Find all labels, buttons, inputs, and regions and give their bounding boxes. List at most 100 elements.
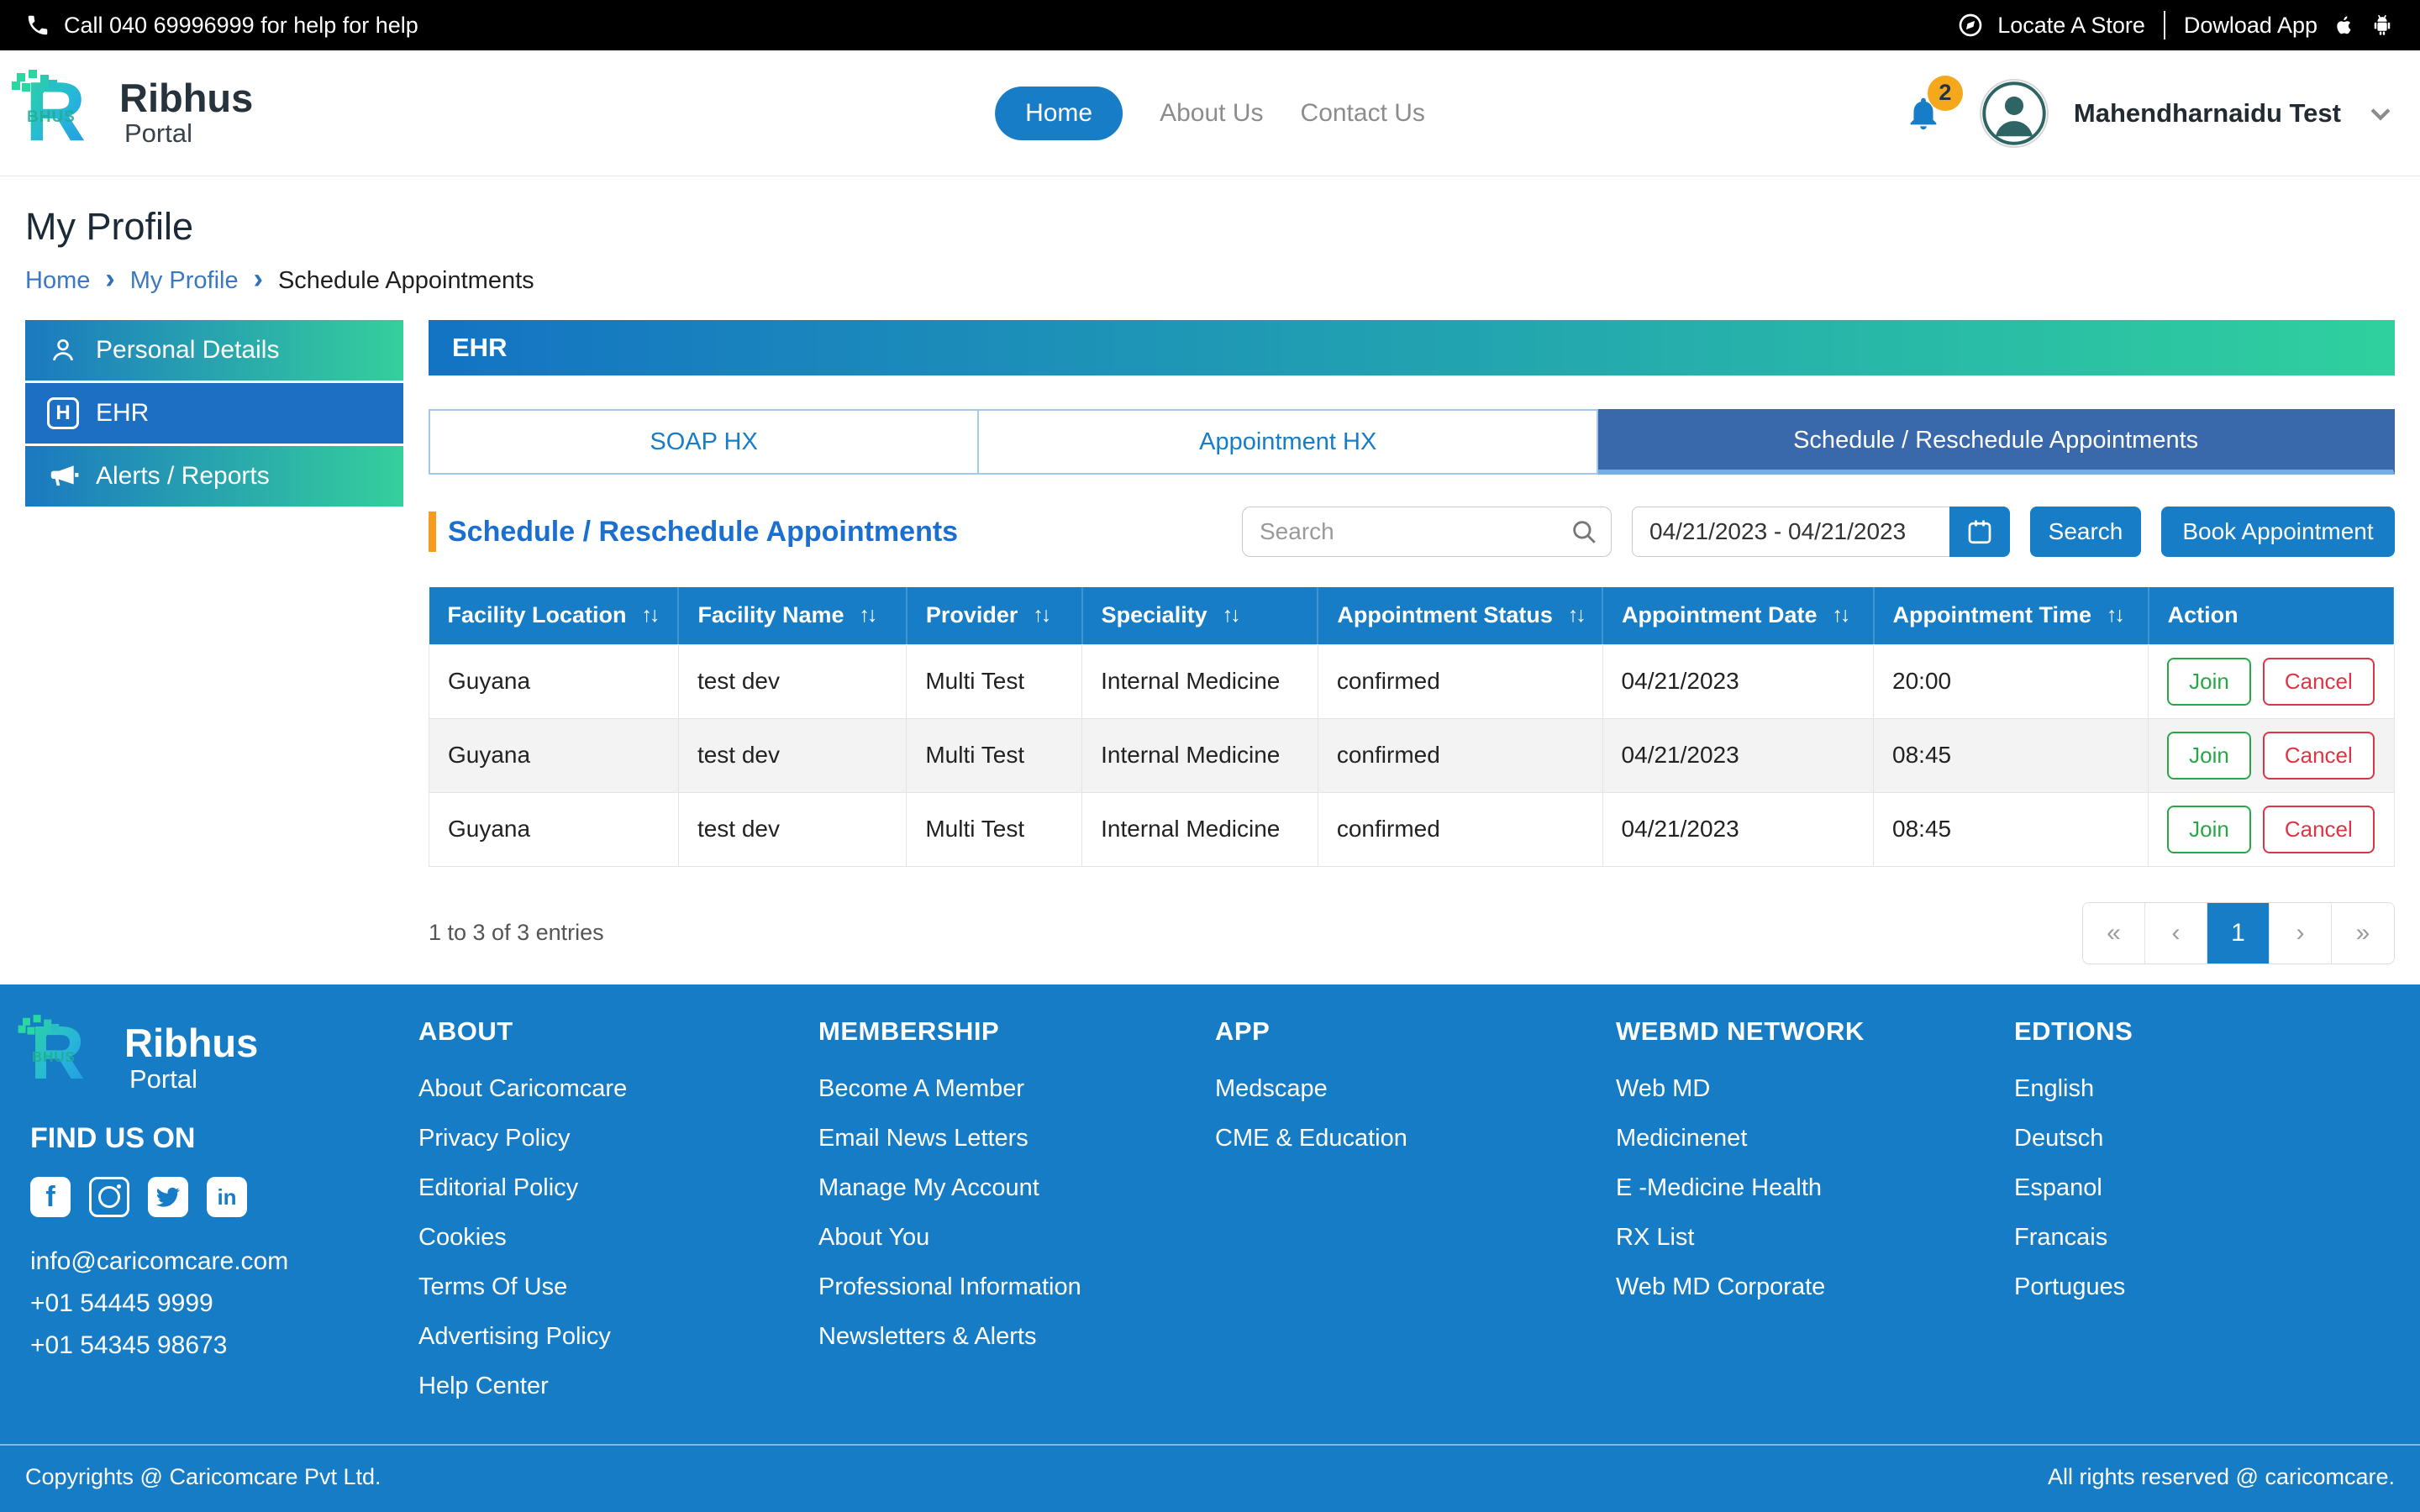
ehr-tabs: SOAP HX Appointment HX Schedule / Resche… xyxy=(429,409,2395,475)
sort-icon[interactable]: ↑↓ xyxy=(860,603,876,627)
footer-bottom-bar: Copyrights @ Caricomcare Pvt Ltd. All ri… xyxy=(0,1444,2420,1512)
cancel-button[interactable]: Cancel xyxy=(2263,658,2375,706)
instagram-icon[interactable] xyxy=(89,1177,129,1217)
footer-link[interactable]: Medicinenet xyxy=(1616,1125,2014,1152)
footer-link[interactable]: Newsletters & Alerts xyxy=(818,1323,1215,1351)
footer-link[interactable]: English xyxy=(2014,1075,2133,1103)
sidebar-item-alerts-reports[interactable]: Alerts / Reports xyxy=(25,446,403,507)
calendar-button[interactable] xyxy=(1949,507,2010,557)
footer-column-about: ABOUT About Caricomcare Privacy Policy E… xyxy=(418,1016,818,1422)
nav-about-us[interactable]: About Us xyxy=(1160,99,1263,128)
footer-brand-logo[interactable]: R BHUS Ribhus Portal xyxy=(30,1016,418,1100)
tab-schedule-reschedule[interactable]: Schedule / Reschedule Appointments xyxy=(1598,409,2395,475)
footer-link[interactable]: Medscape xyxy=(1215,1075,1616,1103)
ehr-panel-header: EHR xyxy=(429,320,2395,375)
sort-icon[interactable]: ↑↓ xyxy=(642,603,658,627)
sort-icon[interactable]: ↑↓ xyxy=(1833,603,1849,627)
footer-link[interactable]: Privacy Policy xyxy=(418,1125,818,1152)
locate-icon xyxy=(1957,12,1984,39)
copyright-right: All rights reserved @ caricomcare. xyxy=(2048,1464,2395,1490)
footer-link[interactable]: Become A Member xyxy=(818,1075,1215,1103)
user-icon xyxy=(47,334,79,366)
search-input[interactable] xyxy=(1242,507,1612,557)
apple-icon[interactable] xyxy=(2331,13,2356,38)
megaphone-icon xyxy=(47,460,79,492)
linkedin-icon[interactable]: in xyxy=(207,1177,247,1217)
footer-link[interactable]: About Caricomcare xyxy=(418,1075,818,1103)
topbar-divider xyxy=(2164,11,2165,39)
sidebar-item-personal-details[interactable]: Personal Details xyxy=(25,320,403,381)
book-appointment-button[interactable]: Book Appointment xyxy=(2161,507,2395,557)
sort-icon[interactable]: ↑↓ xyxy=(1033,603,1049,627)
footer-link[interactable]: Manage My Account xyxy=(818,1174,1215,1202)
footer-link[interactable]: Advertising Policy xyxy=(418,1323,818,1351)
brand-subtitle: Portal xyxy=(119,118,253,149)
search-button[interactable]: Search xyxy=(2030,507,2141,557)
pagination-first[interactable]: « xyxy=(2083,903,2145,963)
footer-link[interactable]: Deutsch xyxy=(2014,1125,2133,1152)
nav-home[interactable]: Home xyxy=(995,87,1123,140)
download-app-link[interactable]: Dowload App xyxy=(2184,13,2317,39)
search-icon[interactable] xyxy=(1570,517,1598,546)
breadcrumb-current: Schedule Appointments xyxy=(278,267,534,295)
breadcrumb-home[interactable]: Home xyxy=(25,267,90,295)
notification-count-badge: 2 xyxy=(1928,76,1963,111)
date-range-input[interactable] xyxy=(1632,507,1949,557)
footer-link[interactable]: Francais xyxy=(2014,1224,2133,1252)
footer-link[interactable]: Terms Of Use xyxy=(418,1273,818,1301)
footer-link[interactable]: About You xyxy=(818,1224,1215,1252)
footer-link[interactable]: Espanol xyxy=(2014,1174,2133,1202)
join-button[interactable]: Join xyxy=(2167,806,2251,853)
footer-link[interactable]: Professional Information xyxy=(818,1273,1215,1301)
locate-store-link[interactable]: Locate A Store xyxy=(1997,13,2145,39)
pagination-next[interactable]: › xyxy=(2270,903,2332,963)
col-speciality: Speciality xyxy=(1102,602,1207,628)
sort-icon[interactable]: ↑↓ xyxy=(2107,603,2123,627)
user-avatar[interactable] xyxy=(1980,79,2049,148)
user-name[interactable]: Mahendharnaidu Test xyxy=(2074,98,2341,129)
contact-phone-2[interactable]: +01 54345 98673 xyxy=(30,1331,418,1360)
twitter-icon[interactable] xyxy=(148,1177,188,1217)
tab-soap-hx[interactable]: SOAP HX xyxy=(429,409,979,475)
pagination-last[interactable]: » xyxy=(2332,903,2394,963)
notification-bell-icon[interactable]: 2 xyxy=(1904,94,1943,133)
pagination-page-1[interactable]: 1 xyxy=(2207,903,2270,963)
android-icon[interactable] xyxy=(2370,13,2395,38)
footer-link[interactable]: Help Center xyxy=(418,1373,818,1400)
footer-link[interactable]: Email News Letters xyxy=(818,1125,1215,1152)
calendar-icon xyxy=(1965,517,1995,547)
brand-logo[interactable]: R BHUS Ribhus Portal xyxy=(25,71,253,155)
nav-contact-us[interactable]: Contact Us xyxy=(1301,99,1425,128)
breadcrumb-my-profile[interactable]: My Profile xyxy=(130,267,239,295)
join-button[interactable]: Join xyxy=(2167,732,2251,780)
footer-link[interactable]: Web MD Corporate xyxy=(1616,1273,2014,1301)
col-facility-name: Facility Name xyxy=(697,602,844,628)
table-row: Guyana test dev Multi Test Internal Medi… xyxy=(429,792,2395,866)
section-accent-bar xyxy=(429,512,436,552)
tab-appointment-hx[interactable]: Appointment HX xyxy=(979,409,1598,475)
contact-phone-1[interactable]: +01 54445 9999 xyxy=(30,1289,418,1318)
join-button[interactable]: Join xyxy=(2167,658,2251,706)
sort-icon[interactable]: ↑↓ xyxy=(1223,603,1239,627)
table-row: Guyana test dev Multi Test Internal Medi… xyxy=(429,644,2395,718)
col-appointment-date: Appointment Date xyxy=(1622,602,1818,628)
main-nav: Home About Us Contact Us xyxy=(995,87,1425,140)
pagination-prev[interactable]: ‹ xyxy=(2145,903,2207,963)
sort-icon[interactable]: ↑↓ xyxy=(1568,603,1584,627)
contact-email[interactable]: info@caricomcare.com xyxy=(30,1247,418,1276)
footer-column-app: APP Medscape CME & Education xyxy=(1215,1016,1616,1422)
footer-link[interactable]: RX List xyxy=(1616,1224,2014,1252)
entries-summary: 1 to 3 of 3 entries xyxy=(429,920,604,946)
facebook-icon[interactable]: f xyxy=(30,1177,71,1217)
chevron-down-icon[interactable] xyxy=(2366,99,2395,128)
cancel-button[interactable]: Cancel xyxy=(2263,732,2375,780)
footer-link[interactable]: Cookies xyxy=(418,1224,818,1252)
footer-link[interactable]: Web MD xyxy=(1616,1075,2014,1103)
footer-link[interactable]: Editorial Policy xyxy=(418,1174,818,1202)
cancel-button[interactable]: Cancel xyxy=(2263,806,2375,853)
page-title: My Profile xyxy=(25,205,2395,249)
footer-link[interactable]: E -Medicine Health xyxy=(1616,1174,2014,1202)
footer-link[interactable]: Portugues xyxy=(2014,1273,2133,1301)
footer-link[interactable]: CME & Education xyxy=(1215,1125,1616,1152)
sidebar-item-ehr[interactable]: H EHR xyxy=(25,383,403,444)
